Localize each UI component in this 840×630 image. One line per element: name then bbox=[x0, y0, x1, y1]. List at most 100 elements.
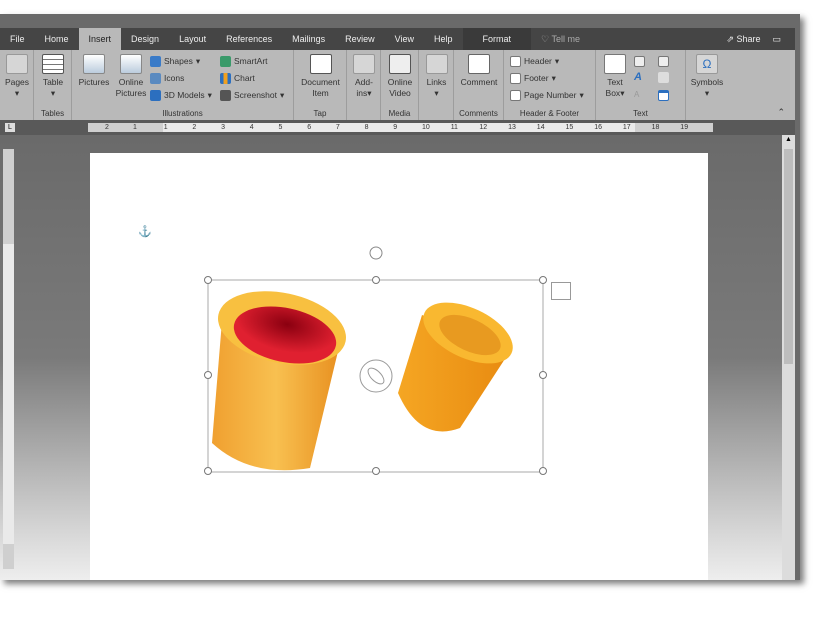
text-box-button[interactable]: Text Box▾ bbox=[600, 54, 630, 99]
3d-models-button[interactable]: 3D Models ▾ bbox=[150, 88, 212, 102]
ruler-tick: 7 bbox=[335, 124, 340, 131]
share-button[interactable]: ⇗ Share bbox=[726, 34, 760, 45]
tab-design[interactable]: Design bbox=[121, 28, 169, 50]
ribbon-tabs: File Home Insert Design Layout Reference… bbox=[0, 28, 795, 50]
online-pictures-icon bbox=[120, 54, 142, 74]
resize-handle[interactable] bbox=[204, 276, 212, 284]
tab-selector-icon[interactable]: L bbox=[5, 123, 15, 132]
3d-rotate-icon[interactable] bbox=[359, 359, 393, 393]
shapes-button[interactable]: Shapes ▾ bbox=[150, 54, 200, 68]
online-video-icon bbox=[389, 54, 411, 74]
tab-format[interactable]: Format bbox=[462, 28, 532, 50]
screenshot-button[interactable]: Screenshot ▾ bbox=[220, 88, 284, 102]
page-number-icon bbox=[510, 89, 521, 101]
ruler-tick: 1 bbox=[133, 124, 137, 131]
ruler-tick: 3 bbox=[221, 124, 225, 131]
date-time-icon[interactable] bbox=[658, 72, 669, 83]
chart-icon bbox=[220, 72, 231, 84]
resize-handle[interactable] bbox=[372, 467, 380, 475]
ruler-tick: 8 bbox=[364, 124, 369, 131]
document-item-button[interactable]: Document Item bbox=[296, 54, 345, 99]
pages-button[interactable]: Pages ▾ bbox=[3, 54, 31, 99]
cube-icon bbox=[150, 89, 161, 101]
table-button[interactable]: Table ▾ bbox=[38, 54, 68, 99]
footer-icon bbox=[510, 72, 521, 84]
smartart-button[interactable]: SmartArt bbox=[220, 54, 268, 68]
scroll-up-icon[interactable]: ▲ bbox=[785, 136, 792, 143]
screenshot-icon bbox=[220, 89, 231, 101]
object-icon[interactable] bbox=[658, 90, 669, 101]
group-comments: Comment Comments bbox=[454, 50, 504, 120]
scrollbar-thumb[interactable] bbox=[784, 149, 793, 364]
shapes-icon bbox=[150, 55, 161, 67]
chart-button[interactable]: Chart bbox=[220, 71, 255, 85]
tab-review[interactable]: Review bbox=[335, 28, 385, 50]
group-pages: Pages ▾ bbox=[0, 50, 34, 120]
signature-line-icon[interactable] bbox=[658, 56, 669, 67]
share-icon: ⇗ bbox=[726, 33, 737, 44]
ruler-tick: 16 bbox=[594, 124, 602, 131]
omega-icon: Ω bbox=[696, 54, 718, 74]
ruler-tick: 1 bbox=[163, 124, 168, 131]
tab-mailings[interactable]: Mailings bbox=[282, 28, 335, 50]
group-header-footer: Header ▾ Footer ▾ Page Number ▾ Header & Fo… bbox=[504, 50, 596, 120]
document-item-icon bbox=[309, 54, 332, 74]
symbols-button[interactable]: Ω Symbols ▾ bbox=[688, 54, 726, 99]
quick-parts-icon[interactable] bbox=[634, 56, 645, 67]
ruler-tick: 2 bbox=[192, 124, 197, 131]
ruler-tick: 15 bbox=[565, 124, 574, 131]
layout-options-icon[interactable] bbox=[551, 282, 571, 300]
link-icon bbox=[425, 54, 448, 74]
comment-icon bbox=[468, 54, 490, 74]
group-symbols: Ω Symbols ▾ bbox=[686, 50, 726, 120]
header-button[interactable]: Header ▾ bbox=[510, 54, 559, 68]
tab-file[interactable]: File bbox=[0, 28, 35, 50]
comment-button[interactable]: Comment bbox=[456, 54, 502, 88]
resize-handle[interactable] bbox=[204, 467, 212, 475]
tab-references[interactable]: References bbox=[216, 28, 282, 50]
group-media: Online Video Media bbox=[381, 50, 419, 120]
resize-handle[interactable] bbox=[539, 467, 547, 475]
group-illustrations: Pictures Online Pictures Shapes ▾ Icons 3… bbox=[72, 50, 294, 120]
ruler-tick: 9 bbox=[393, 124, 398, 131]
icons-button[interactable]: Icons bbox=[150, 71, 184, 85]
tab-view[interactable]: View bbox=[385, 28, 424, 50]
ruler-tick: 6 bbox=[307, 124, 312, 131]
pictures-button[interactable]: Pictures bbox=[76, 54, 112, 88]
document-page[interactable]: ⚓ bbox=[90, 153, 708, 580]
word-window: File Home Insert Design Layout Reference… bbox=[0, 14, 800, 580]
lightbulb-icon: ♡ bbox=[541, 33, 552, 44]
tab-home[interactable]: Home bbox=[35, 28, 79, 50]
tab-layout[interactable]: Layout bbox=[169, 28, 216, 50]
online-pictures-button[interactable]: Online Pictures bbox=[114, 54, 148, 99]
resize-handle[interactable] bbox=[539, 371, 547, 379]
horizontal-ruler: L 2 1 1 2 3 4 5 6 7 8 9 10 11 12 13 14 15 16 17 18 19 bbox=[0, 120, 795, 135]
tab-insert[interactable]: Insert bbox=[78, 28, 122, 50]
links-button[interactable]: Links ▾ bbox=[422, 54, 451, 99]
ruler-tick: 14 bbox=[536, 124, 545, 131]
tab-help[interactable]: Help bbox=[424, 28, 463, 50]
page-number-button[interactable]: Page Number ▾ bbox=[510, 88, 584, 102]
rotate-handle-icon[interactable] bbox=[369, 246, 383, 260]
resize-handle[interactable] bbox=[372, 276, 380, 284]
drop-cap-icon[interactable]: A bbox=[634, 90, 639, 99]
footer-button[interactable]: Footer ▾ bbox=[510, 71, 556, 85]
add-ins-button[interactable]: Add-ins▾ bbox=[350, 54, 378, 99]
wordart-icon[interactable]: A bbox=[634, 71, 642, 83]
vertical-scrollbar[interactable]: ▲ bbox=[782, 135, 795, 580]
group-text: Text Box▾ A A Text bbox=[596, 50, 686, 120]
resize-handle[interactable] bbox=[204, 371, 212, 379]
ruler-tick: 2 bbox=[105, 124, 109, 131]
header-icon bbox=[510, 55, 521, 67]
anchor-icon: ⚓ bbox=[138, 226, 152, 238]
resize-handle[interactable] bbox=[539, 276, 547, 284]
ruler-tick: 19 bbox=[680, 124, 689, 131]
comments-icon[interactable]: ▭ bbox=[772, 34, 781, 45]
tell-me-search[interactable]: ♡ Tell me bbox=[541, 34, 580, 45]
3d-model-selection[interactable] bbox=[200, 243, 560, 483]
online-video-button[interactable]: Online Video bbox=[384, 54, 416, 99]
cylinder-left bbox=[212, 291, 346, 471]
group-addins: Add-ins▾ bbox=[347, 50, 381, 120]
collapse-ribbon-icon[interactable]: ⌃ bbox=[777, 107, 785, 118]
ruler-tick: 13 bbox=[508, 124, 516, 131]
